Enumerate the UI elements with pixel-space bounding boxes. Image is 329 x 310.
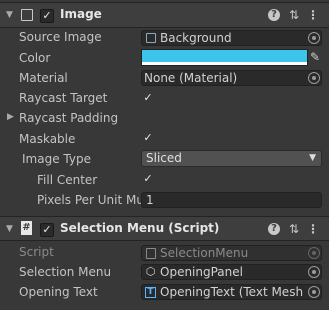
source-image-label: Source Image bbox=[19, 30, 102, 44]
sprite-icon bbox=[146, 33, 156, 43]
image-type-value: Sliced bbox=[146, 151, 182, 165]
color-label: Color bbox=[19, 51, 51, 65]
material-value: None (Material) bbox=[144, 71, 238, 85]
image-enabled-checkbox[interactable]: ✓ bbox=[40, 9, 54, 23]
image-type-label: Image Type bbox=[22, 152, 91, 166]
object-picker-icon[interactable] bbox=[308, 286, 320, 298]
script-field: SelectionMenu bbox=[141, 245, 322, 261]
ppu-field[interactable]: 1 bbox=[141, 192, 322, 208]
material-label: Material bbox=[19, 71, 68, 85]
selection-menu-field[interactable]: ⬡ OpeningPanel bbox=[141, 264, 322, 280]
raycast-target-checkbox[interactable]: ✓ bbox=[141, 91, 155, 105]
dropdown-arrow-icon: ▼ bbox=[309, 153, 316, 163]
object-picker-icon[interactable] bbox=[308, 32, 320, 44]
selection-menu-label: Selection Menu bbox=[19, 265, 112, 279]
script-label: Script bbox=[19, 245, 54, 259]
selection-menu-component-header[interactable]: ▼ # ✓ Selection Menu (Script) ? ⇅ ⋮ bbox=[0, 216, 329, 241]
selection-menu-value: OpeningPanel bbox=[160, 265, 243, 279]
image-component-header[interactable]: ▼ ✓ Image ? ⇅ ⋮ bbox=[0, 2, 329, 28]
object-picker-icon[interactable] bbox=[308, 72, 320, 84]
text-mesh-pro-icon: T bbox=[145, 287, 156, 298]
script-icon: # bbox=[21, 221, 32, 235]
foldout-closed-icon[interactable]: ▶ bbox=[7, 113, 15, 122]
object-picker-icon[interactable] bbox=[308, 266, 320, 278]
color-alpha-bar bbox=[142, 62, 307, 65]
help-icon[interactable]: ? bbox=[268, 223, 280, 235]
ppu-value: 1 bbox=[146, 193, 154, 207]
material-field[interactable]: None (Material) bbox=[141, 70, 322, 86]
eyedropper-icon[interactable]: ✎ bbox=[310, 50, 320, 64]
ppu-label: Pixels Per Unit Mul bbox=[37, 193, 141, 207]
image-component-icon bbox=[21, 9, 33, 21]
foldout-open-icon[interactable]: ▼ bbox=[6, 225, 14, 234]
source-image-field[interactable]: Background bbox=[141, 30, 322, 46]
presets-icon[interactable]: ⇅ bbox=[287, 222, 301, 236]
image-type-dropdown[interactable]: Sliced ▼ bbox=[141, 150, 322, 167]
maskable-label: Maskable bbox=[19, 132, 76, 146]
presets-icon[interactable]: ⇅ bbox=[287, 8, 301, 22]
fill-center-checkbox[interactable]: ✓ bbox=[141, 172, 155, 186]
fill-center-label: Fill Center bbox=[37, 173, 98, 187]
more-icon[interactable]: ⋮ bbox=[306, 8, 320, 22]
color-field[interactable] bbox=[141, 49, 308, 66]
raycast-target-label: Raycast Target bbox=[19, 91, 108, 105]
more-icon[interactable]: ⋮ bbox=[306, 222, 320, 236]
raycast-padding-label[interactable]: Raycast Padding bbox=[19, 111, 118, 125]
image-component-title: Image bbox=[60, 7, 102, 21]
selection-menu-title: Selection Menu (Script) bbox=[60, 221, 220, 235]
foldout-open-icon[interactable]: ▼ bbox=[6, 11, 14, 20]
script-file-icon bbox=[146, 248, 156, 259]
maskable-checkbox[interactable]: ✓ bbox=[141, 131, 155, 145]
object-picker-icon bbox=[308, 247, 320, 259]
help-icon[interactable]: ? bbox=[268, 9, 280, 21]
source-image-value: Background bbox=[160, 31, 232, 45]
gameobject-icon: ⬡ bbox=[145, 265, 156, 278]
opening-text-label: Opening Text bbox=[19, 285, 98, 299]
selection-menu-enabled-checkbox[interactable]: ✓ bbox=[40, 223, 54, 237]
opening-text-value: OpeningText (Text Mesh P bbox=[160, 285, 305, 299]
opening-text-field[interactable]: T OpeningText (Text Mesh P bbox=[141, 284, 322, 300]
script-value: SelectionMenu bbox=[160, 246, 249, 260]
